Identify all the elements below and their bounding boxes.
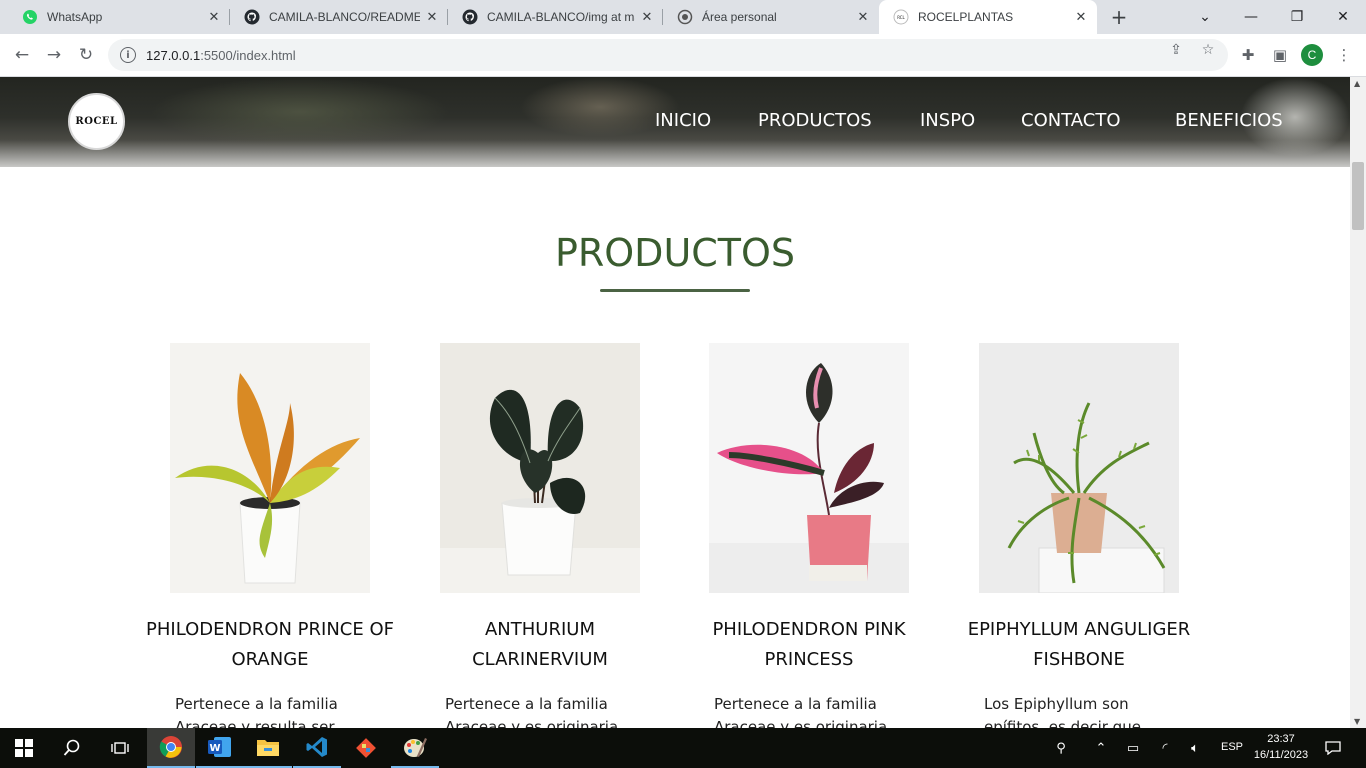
word-icon[interactable]: W [196,728,244,768]
product-image-pink-princess[interactable] [709,343,909,593]
site-nav: INICIO PRODUCTOS INSPO CONTACTO BENEFICI… [0,110,1350,134]
product-image-prince-of-orange[interactable] [170,343,370,593]
nav-inspo[interactable]: INSPO [920,110,975,131]
product-name: ANTHURIUM CLARINERVIUM [472,619,608,670]
tab-title: WhatsApp [47,10,103,24]
title-underline [600,289,750,292]
nav-contacto[interactable]: CONTACTO [1021,110,1121,131]
tab-title: Área personal [702,10,777,24]
profile-avatar[interactable]: C [1301,44,1323,66]
address-bar[interactable]: i 127.0.0.1:5500/index.html [108,39,1228,71]
browser-tab-strip: WhatsApp ✕ CAMILA-BLANCO/README.md ✕ CAM… [0,0,1366,34]
notifications-icon[interactable] [1324,740,1342,756]
site-header: ROCEL INICIO PRODUCTOS INSPO CONTACTO BE… [0,77,1350,167]
clock-date[interactable]: 16/11/2023 [1251,749,1311,761]
people-icon[interactable]: ⚲ [1052,740,1070,756]
product-image-fishbone[interactable] [979,343,1179,593]
close-icon[interactable]: ✕ [424,9,440,25]
chevron-up-icon[interactable]: ⌃ [1092,740,1110,756]
svg-text:RCL: RCL [897,15,905,20]
task-view-icon[interactable] [96,728,144,768]
product-description: Pertenece a la familia Araceae y es origi… [714,695,888,728]
product-description: Pertenece a la familia Araceae y es origi… [445,695,619,728]
nav-beneficios[interactable]: BENEFICIOS [1175,110,1283,131]
git-icon[interactable] [342,728,390,768]
restore-button[interactable]: ❐ [1274,0,1320,34]
tab-rocelplantas[interactable]: RCL ROCELPLANTAS ✕ [879,0,1097,34]
rocel-icon: RCL [893,9,909,25]
chevron-down-icon[interactable]: ⌄ [1182,0,1228,34]
close-icon[interactable]: ✕ [855,9,871,25]
github-icon [244,9,260,25]
product-description: Pertenece a la familia Araceae y resulta … [175,695,338,728]
product-image-anthurium[interactable] [440,343,640,593]
site-info-icon[interactable]: i [120,47,136,63]
back-icon[interactable]: ← [10,43,34,67]
start-icon[interactable] [0,728,48,768]
tab-title: CAMILA-BLANCO/README.md [269,10,420,24]
nav-inicio[interactable]: INICIO [655,110,711,131]
volume-icon[interactable]: 🔈︎ [1186,740,1204,756]
new-tab-button[interactable]: + [1108,5,1130,29]
tab-title: CAMILA-BLANCO/img at main [487,10,635,24]
scroll-up-icon[interactable]: ▲ [1354,79,1360,88]
url-text[interactable]: 127.0.0.1:5500/index.html [146,48,296,63]
moodle-icon [677,9,693,25]
tab-github-img[interactable]: CAMILA-BLANCO/img at main ✕ [448,0,663,34]
reload-icon[interactable]: ↻ [74,43,98,67]
windows-taskbar: W ⚲ ⌃ ▭ ◜ 🔈︎ ESP 23:37 16/11/2023 [0,728,1366,768]
github-icon [462,9,478,25]
tab-github-readme[interactable]: CAMILA-BLANCO/README.md ✕ [230,0,448,34]
close-icon[interactable]: ✕ [206,9,222,25]
product-description: Los Epiphyllum son epífitos, es decir que [984,695,1141,728]
section-title: PRODUCTOS [554,231,796,275]
chrome-icon[interactable] [147,728,195,768]
tab-title: ROCELPLANTAS [918,10,1014,24]
scrollbar-thumb[interactable] [1352,162,1364,230]
nav-productos[interactable]: PRODUCTOS [758,110,872,131]
tab-whatsapp[interactable]: WhatsApp ✕ [8,0,230,34]
product-name: EPIPHYLLUM ANGULIGER FISHBONE [967,619,1191,670]
page-scrollbar[interactable]: ▲ ▼ [1350,77,1366,728]
scroll-down-icon[interactable]: ▼ [1354,717,1360,726]
menu-icon[interactable]: ⋮ [1334,45,1354,65]
product-name: PHILODENDRON PRINCE OF ORANGE [146,619,394,670]
forward-icon[interactable]: → [42,43,66,67]
clock-time[interactable]: 23:37 [1266,733,1296,745]
bookmark-star-icon[interactable]: ☆ [1200,42,1216,58]
extensions-icon[interactable]: ✚ [1238,45,1258,65]
page-viewport: ROCEL INICIO PRODUCTOS INSPO CONTACTO BE… [0,77,1350,728]
svg-text:W: W [209,743,220,754]
side-panel-icon[interactable]: ▣ [1270,45,1290,65]
close-icon[interactable]: ✕ [639,9,655,25]
paint-icon[interactable] [391,728,439,768]
window-close-button[interactable]: ✕ [1320,0,1366,34]
language-indicator[interactable]: ESP [1221,741,1243,753]
wifi-icon[interactable]: ◜ [1156,740,1174,756]
whatsapp-icon [22,9,38,25]
share-icon[interactable]: ⇪ [1168,42,1184,58]
vscode-icon[interactable] [293,728,341,768]
tab-area-personal[interactable]: Área personal ✕ [663,0,879,34]
product-name: PHILODENDRON PINK PRINCESS [712,619,906,670]
search-icon[interactable] [48,728,96,768]
battery-icon[interactable]: ▭ [1124,740,1142,756]
close-icon[interactable]: ✕ [1073,9,1089,25]
file-explorer-icon[interactable] [244,728,292,768]
browser-toolbar: ← → ↻ i 127.0.0.1:5500/index.html ⇪ ☆ ✚ … [0,34,1366,77]
minimize-button[interactable]: — [1228,0,1274,34]
